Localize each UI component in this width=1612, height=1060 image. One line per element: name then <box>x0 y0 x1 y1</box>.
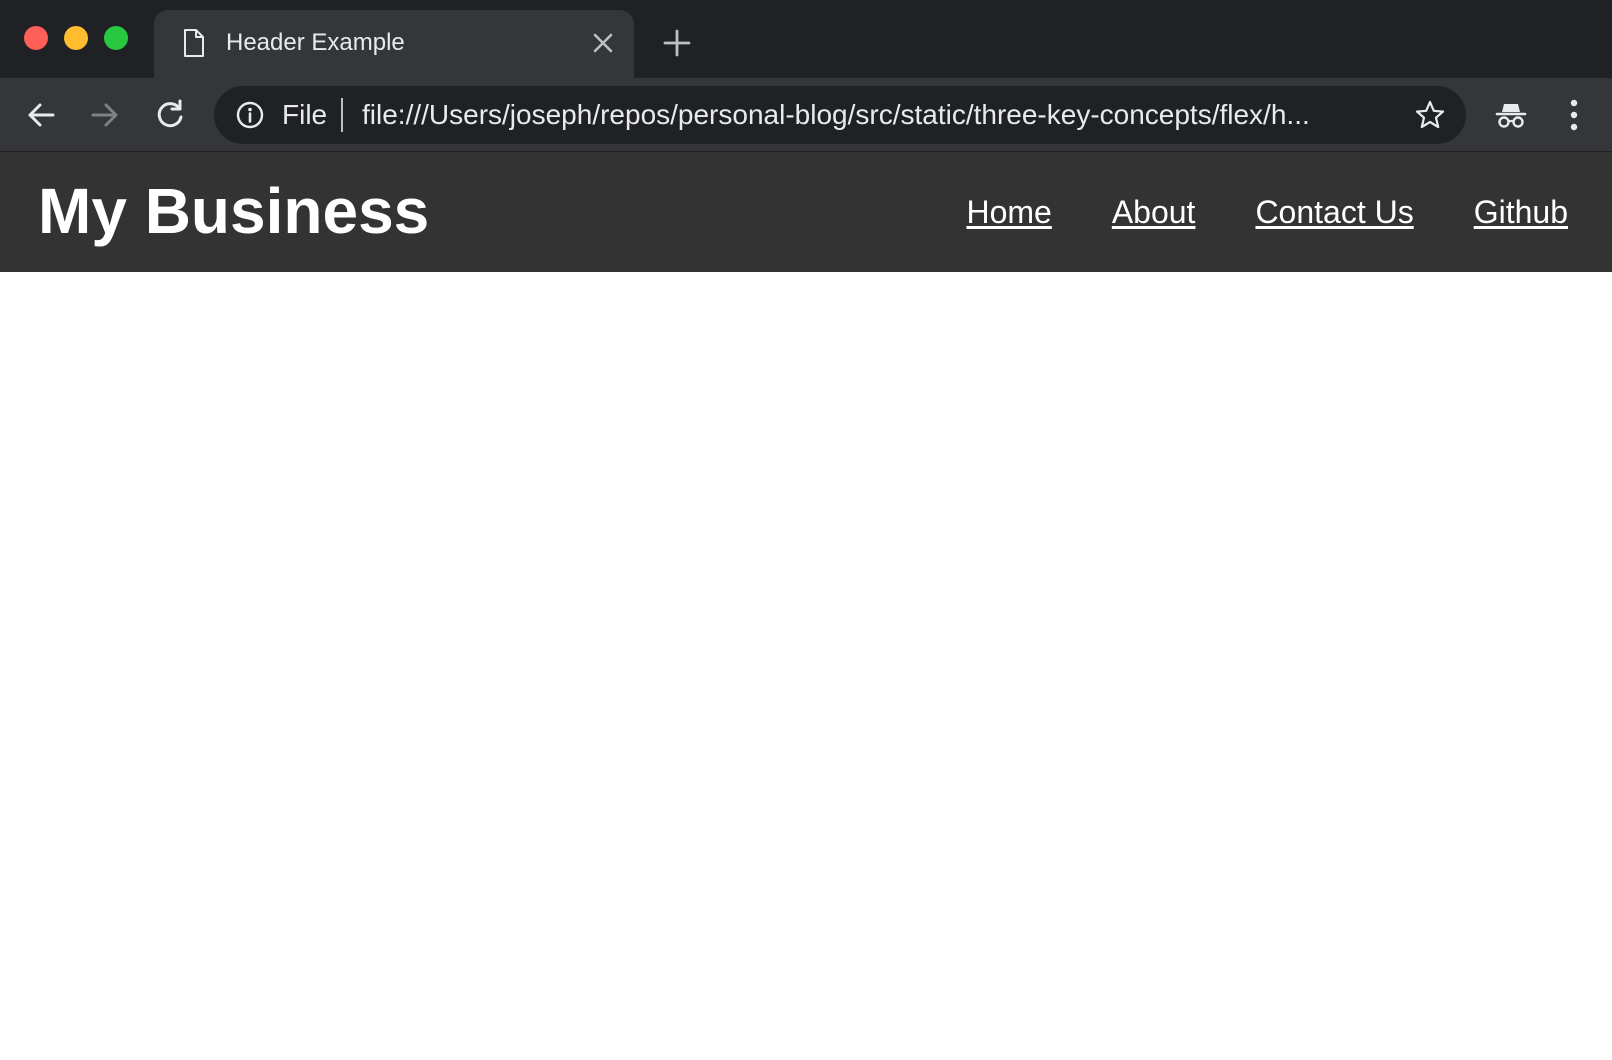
nav-link-about[interactable]: About <box>1112 192 1196 232</box>
forward-arrow-icon[interactable] <box>88 98 122 132</box>
incognito-icon[interactable] <box>1494 98 1528 132</box>
reload-icon[interactable] <box>153 98 187 132</box>
url-text[interactable]: file:///Users/joseph/repos/personal-blog… <box>362 99 1398 131</box>
new-tab-icon[interactable] <box>662 28 692 58</box>
document-icon <box>184 29 204 57</box>
window-minimize-button[interactable] <box>64 26 88 50</box>
tab-title: Header Example <box>226 29 405 56</box>
browser-toolbar: File file:///Users/joseph/repos/personal… <box>0 78 1612 152</box>
site-title: My Business <box>38 175 430 247</box>
url-scheme-label: File <box>282 99 328 130</box>
site-header: My Business Home About Contact Us Github <box>0 152 1612 272</box>
bookmark-star-icon[interactable] <box>1414 99 1446 131</box>
more-menu-icon[interactable] <box>1560 96 1588 134</box>
site-nav: Home About Contact Us Github <box>966 192 1568 232</box>
close-icon[interactable] <box>590 30 616 56</box>
window-close-button[interactable] <box>24 26 48 50</box>
back-arrow-icon[interactable] <box>24 98 58 132</box>
nav-link-home[interactable]: Home <box>966 192 1051 232</box>
nav-link-github[interactable]: Github <box>1474 192 1568 232</box>
page-body <box>0 272 1612 1060</box>
address-bar[interactable]: File file:///Users/joseph/repos/personal… <box>214 86 1466 144</box>
browser-tab-active[interactable]: Header Example <box>154 10 634 78</box>
info-icon[interactable] <box>236 101 264 129</box>
browser-tabstrip: Header Example <box>0 0 1612 78</box>
window-maximize-button[interactable] <box>104 26 128 50</box>
nav-link-contact-us[interactable]: Contact Us <box>1255 192 1413 232</box>
address-divider <box>341 98 343 132</box>
